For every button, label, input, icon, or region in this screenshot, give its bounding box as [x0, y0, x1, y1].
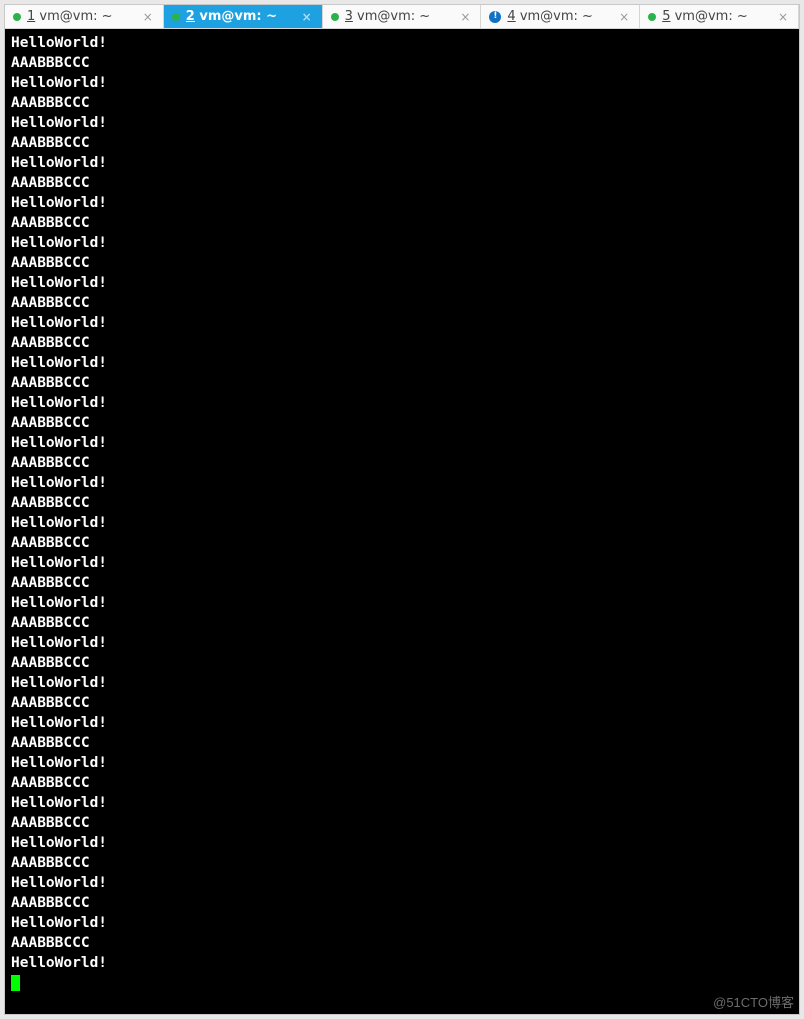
terminal-line: HelloWorld! [11, 673, 793, 693]
terminal-line: AAABBBCCC [11, 253, 793, 273]
terminal-line: HelloWorld! [11, 873, 793, 893]
terminal-line: HelloWorld! [11, 113, 793, 133]
terminal-cursor-line [11, 973, 793, 993]
status-dot-icon [648, 13, 656, 21]
terminal-output[interactable]: HelloWorld!AAABBBCCCHelloWorld!AAABBBCCC… [5, 29, 799, 1014]
terminal-line: HelloWorld! [11, 953, 793, 973]
terminal-line: AAABBBCCC [11, 173, 793, 193]
tab-4[interactable]: ! 4 vm@vm: ~× [481, 5, 640, 28]
status-dot-icon [13, 13, 21, 21]
window-frame: 1 vm@vm: ~×2 vm@vm: ~×3 vm@vm: ~×!4 vm@v… [4, 4, 800, 1015]
terminal-line: HelloWorld! [11, 313, 793, 333]
terminal-line: HelloWorld! [11, 633, 793, 653]
terminal-line: HelloWorld! [11, 553, 793, 573]
terminal-line: AAABBBCCC [11, 333, 793, 353]
terminal-line: HelloWorld! [11, 593, 793, 613]
terminal-line: AAABBBCCC [11, 893, 793, 913]
terminal-line: AAABBBCCC [11, 853, 793, 873]
terminal-line: HelloWorld! [11, 33, 793, 53]
terminal-line: AAABBBCCC [11, 413, 793, 433]
terminal-line: HelloWorld! [11, 433, 793, 453]
terminal-line: HelloWorld! [11, 793, 793, 813]
terminal-line: HelloWorld! [11, 473, 793, 493]
tab-label: 3 vm@vm: ~ [345, 9, 459, 24]
tab-3[interactable]: 3 vm@vm: ~× [323, 5, 482, 28]
terminal-line: HelloWorld! [11, 353, 793, 373]
terminal-line: AAABBBCCC [11, 573, 793, 593]
terminal-line: HelloWorld! [11, 913, 793, 933]
cursor-icon [11, 975, 20, 991]
terminal-line: AAABBBCCC [11, 933, 793, 953]
terminal-line: AAABBBCCC [11, 773, 793, 793]
watermark: @51CTO博客 [713, 992, 794, 1011]
terminal-line: HelloWorld! [11, 513, 793, 533]
terminal-line: HelloWorld! [11, 233, 793, 253]
close-icon[interactable]: × [458, 11, 472, 23]
terminal-line: AAABBBCCC [11, 733, 793, 753]
tab-label: 1 vm@vm: ~ [27, 9, 141, 24]
tab-2[interactable]: 2 vm@vm: ~× [164, 5, 323, 28]
terminal-line: AAABBBCCC [11, 293, 793, 313]
terminal-line: AAABBBCCC [11, 693, 793, 713]
tab-label: 2 vm@vm: ~ [186, 9, 300, 24]
tab-5[interactable]: 5 vm@vm: ~× [640, 5, 799, 28]
terminal-line: AAABBBCCC [11, 213, 793, 233]
terminal-line: AAABBBCCC [11, 133, 793, 153]
terminal-line: HelloWorld! [11, 833, 793, 853]
terminal-line: AAABBBCCC [11, 493, 793, 513]
tab-label: 4 vm@vm: ~ [507, 9, 617, 24]
close-icon[interactable]: × [617, 11, 631, 23]
terminal-line: HelloWorld! [11, 193, 793, 213]
status-dot-icon [172, 13, 180, 21]
info-icon: ! [489, 11, 501, 23]
tab-bar: 1 vm@vm: ~×2 vm@vm: ~×3 vm@vm: ~×!4 vm@v… [5, 5, 799, 29]
status-dot-icon [331, 13, 339, 21]
terminal-line: AAABBBCCC [11, 813, 793, 833]
terminal-line: AAABBBCCC [11, 533, 793, 553]
terminal-line: AAABBBCCC [11, 373, 793, 393]
terminal-line: HelloWorld! [11, 713, 793, 733]
terminal-line: HelloWorld! [11, 273, 793, 293]
tab-1[interactable]: 1 vm@vm: ~× [5, 5, 164, 28]
terminal-line: AAABBBCCC [11, 53, 793, 73]
close-icon[interactable]: × [141, 11, 155, 23]
terminal-line: HelloWorld! [11, 153, 793, 173]
terminal-line: AAABBBCCC [11, 613, 793, 633]
terminal-line: HelloWorld! [11, 393, 793, 413]
close-icon[interactable]: × [776, 11, 790, 23]
terminal-line: AAABBBCCC [11, 93, 793, 113]
terminal-line: AAABBBCCC [11, 453, 793, 473]
terminal-line: HelloWorld! [11, 73, 793, 93]
terminal-line: HelloWorld! [11, 753, 793, 773]
terminal-line: AAABBBCCC [11, 653, 793, 673]
close-icon[interactable]: × [300, 11, 314, 23]
tab-label: 5 vm@vm: ~ [662, 9, 776, 24]
